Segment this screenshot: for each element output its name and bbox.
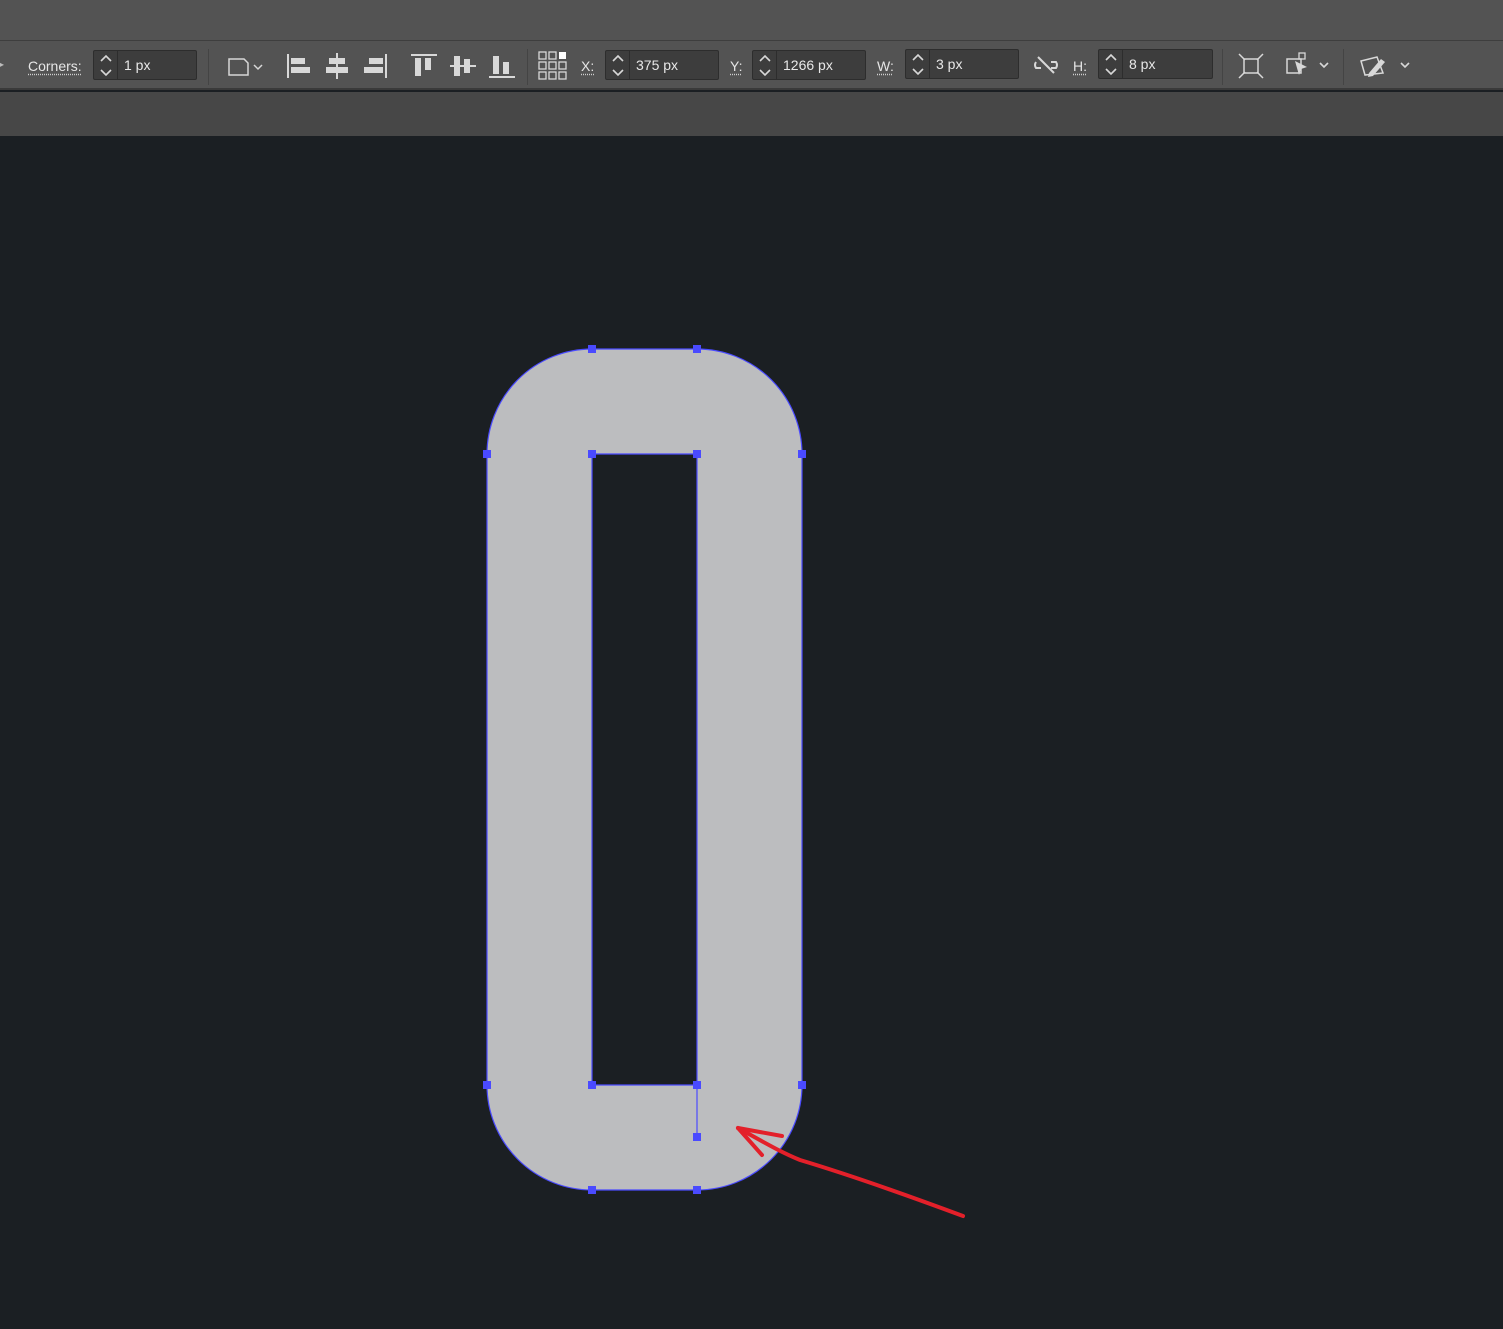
h-label: H: xyxy=(1073,58,1087,74)
stepper-icon xyxy=(100,54,112,77)
y-value[interactable]: 1266 px xyxy=(783,57,833,73)
anchor-point[interactable] xyxy=(483,450,491,458)
x-value[interactable]: 375 px xyxy=(636,57,678,73)
reference-point-grid-icon[interactable] xyxy=(537,50,569,82)
x-stepper[interactable] xyxy=(606,51,630,79)
anchor-point[interactable] xyxy=(693,1081,701,1089)
divider xyxy=(1222,49,1223,85)
align-top-icon[interactable] xyxy=(409,51,439,81)
shape-options-dropdown-icon[interactable] xyxy=(226,53,264,79)
y-stepper[interactable] xyxy=(753,51,777,79)
anchor-point[interactable] xyxy=(588,1186,596,1194)
align-left-icon[interactable] xyxy=(284,51,312,81)
divider xyxy=(1343,49,1344,85)
h-stepper[interactable] xyxy=(1099,50,1123,78)
selected-shape[interactable] xyxy=(486,348,803,1191)
panel-edge-icon[interactable]: ▸ xyxy=(0,57,4,71)
w-label: W: xyxy=(877,58,894,74)
corners-stepper[interactable] xyxy=(94,51,118,79)
divider xyxy=(527,49,528,85)
stepper-icon xyxy=(1105,53,1117,76)
document-tab-bar xyxy=(0,92,1503,136)
stepper-icon xyxy=(759,54,771,77)
divider xyxy=(208,49,209,85)
anchor-point[interactable] xyxy=(588,1081,596,1089)
w-value[interactable]: 3 px xyxy=(936,56,962,72)
align-horizontal-center-icon[interactable] xyxy=(323,51,351,81)
anchor-point[interactable] xyxy=(798,450,806,458)
x-field[interactable]: 375 px xyxy=(605,50,719,80)
stepper-icon xyxy=(912,53,924,76)
corners-label: Corners: xyxy=(28,58,82,74)
canvas-svg xyxy=(483,345,965,1218)
y-field[interactable]: 1266 px xyxy=(752,50,866,80)
h-value[interactable]: 8 px xyxy=(1129,56,1155,72)
y-label: Y: xyxy=(730,58,743,74)
transform-icon[interactable] xyxy=(1236,51,1266,81)
anchor-point[interactable] xyxy=(693,1186,701,1194)
align-right-icon[interactable] xyxy=(362,51,390,81)
align-bottom-icon[interactable] xyxy=(487,51,517,81)
align-vertical-center-icon[interactable] xyxy=(448,51,478,81)
anchor-point[interactable] xyxy=(693,450,701,458)
w-field[interactable]: 3 px xyxy=(905,49,1019,79)
anchor-point[interactable] xyxy=(588,450,596,458)
control-bar: ▸ Corners: 1 px X: 375 px Y: 1266 px W: … xyxy=(0,40,1503,90)
anchor-point[interactable] xyxy=(483,1081,491,1089)
anchor-point[interactable] xyxy=(798,1081,806,1089)
anchor-point[interactable] xyxy=(693,1133,701,1141)
corners-field[interactable]: 1 px xyxy=(93,50,197,80)
unlink-proportions-icon[interactable] xyxy=(1032,53,1060,77)
app-header-strip xyxy=(0,0,1503,40)
edit-path-icon[interactable] xyxy=(1357,51,1417,81)
corners-value[interactable]: 1 px xyxy=(124,57,150,73)
stepper-icon xyxy=(612,54,624,77)
x-label: X: xyxy=(581,58,595,74)
isolate-selection-icon[interactable] xyxy=(1283,51,1335,81)
anchor-point[interactable] xyxy=(588,345,596,353)
anchor-point[interactable] xyxy=(693,345,701,353)
artboard-canvas[interactable] xyxy=(0,136,1503,1329)
h-field[interactable]: 8 px xyxy=(1098,49,1213,79)
w-stepper[interactable] xyxy=(906,50,930,78)
